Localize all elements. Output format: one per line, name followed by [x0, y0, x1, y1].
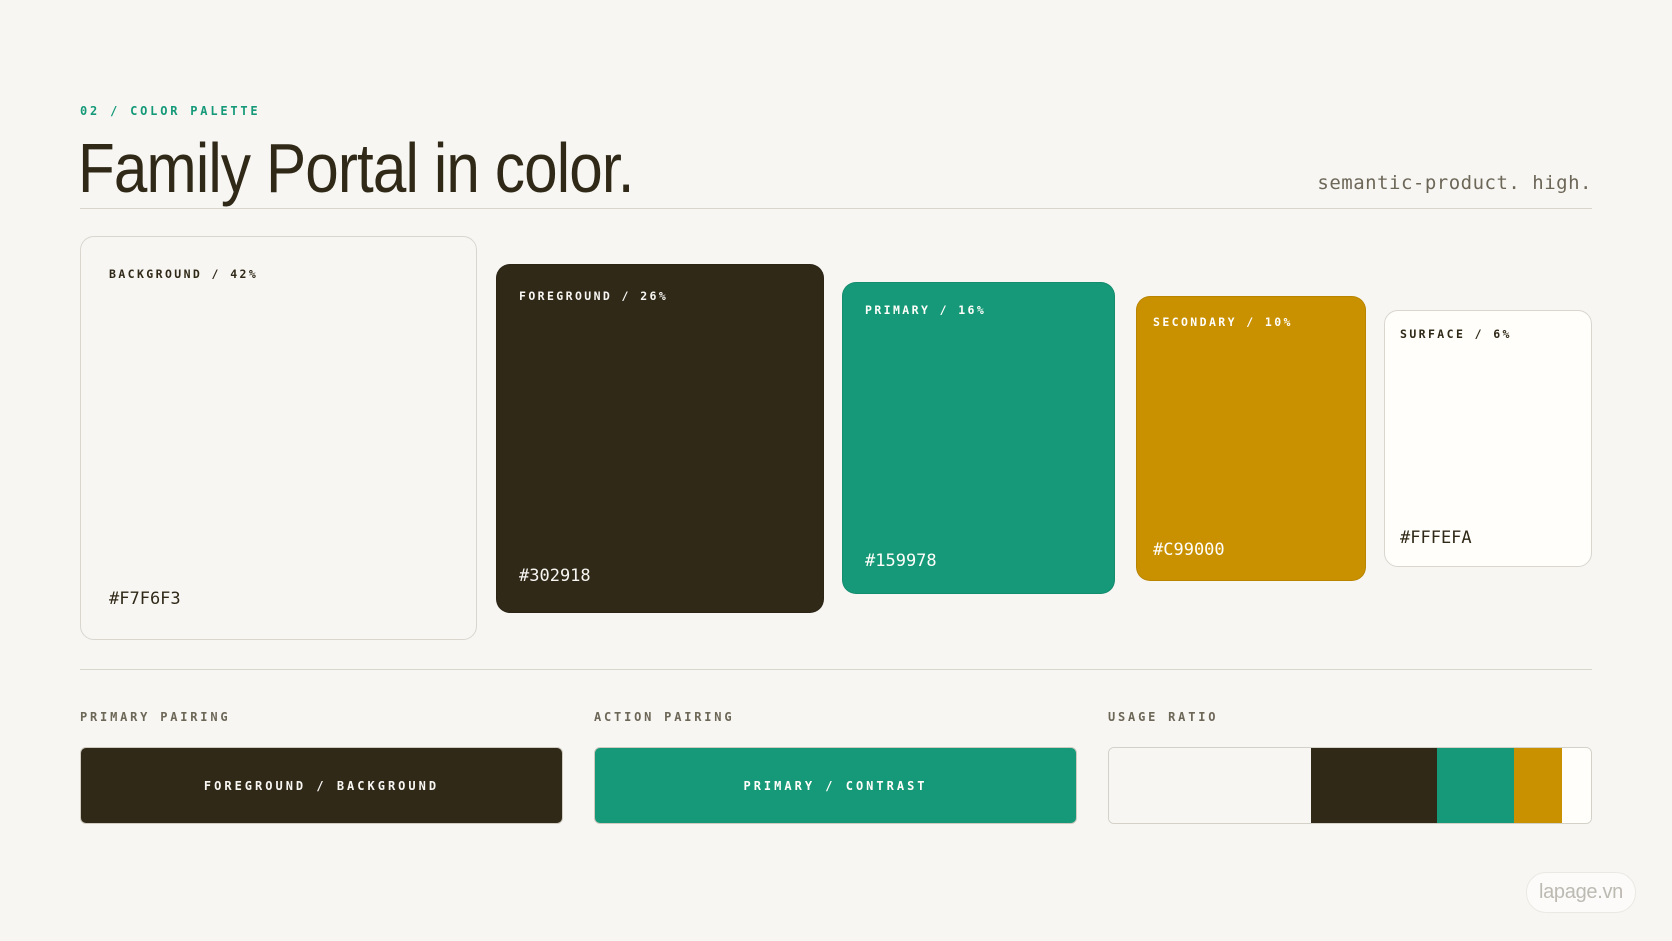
swatch-label: PRIMARY / 16%	[865, 303, 987, 317]
usage-ratio-label: USAGE RATIO	[1108, 710, 1219, 724]
swatch-primary: PRIMARY / 16% #159978	[842, 282, 1115, 594]
section-divider	[80, 669, 1592, 670]
page-subtitle: semantic-product. high.	[1317, 172, 1592, 194]
swatch-label: FOREGROUND / 26%	[519, 289, 669, 303]
swatch-secondary: SECONDARY / 10% #C99000	[1136, 296, 1366, 581]
swatch-hex: #159978	[865, 551, 937, 571]
swatch-label: SECONDARY / 10%	[1153, 315, 1293, 329]
action-pairing-label: ACTION PAIRING	[594, 710, 735, 724]
swatch-hex: #FFFEFA	[1400, 528, 1472, 548]
section-eyebrow: 02 / COLOR PALETTE	[80, 104, 261, 118]
swatch-label: BACKGROUND / 42%	[109, 267, 259, 281]
usage-segment-secondary	[1513, 748, 1563, 823]
header-divider	[80, 208, 1592, 209]
page-title: Family Portal in color.	[78, 129, 635, 207]
primary-pairing-sample: FOREGROUND / BACKGROUND	[80, 747, 563, 824]
swatch-label: SURFACE / 6%	[1400, 327, 1512, 341]
swatch-foreground: FOREGROUND / 26% #302918	[496, 264, 824, 613]
action-pairing-sample: PRIMARY / CONTRAST	[594, 747, 1077, 824]
usage-segment-foreground	[1311, 748, 1437, 823]
usage-segment-surface	[1562, 748, 1591, 823]
swatch-hex: #C99000	[1153, 540, 1225, 560]
swatch-hex: #F7F6F3	[109, 589, 181, 609]
swatch-background: BACKGROUND / 42% #F7F6F3	[80, 236, 477, 640]
swatch-surface: SURFACE / 6% #FFFEFA	[1384, 310, 1592, 567]
usage-segment-background	[1109, 748, 1312, 823]
watermark-logo: lapage.vn	[1525, 872, 1636, 913]
primary-pairing-label: PRIMARY PAIRING	[80, 710, 231, 724]
usage-segment-primary	[1436, 748, 1514, 823]
usage-ratio-bar	[1108, 747, 1592, 824]
swatch-hex: #302918	[519, 566, 591, 586]
